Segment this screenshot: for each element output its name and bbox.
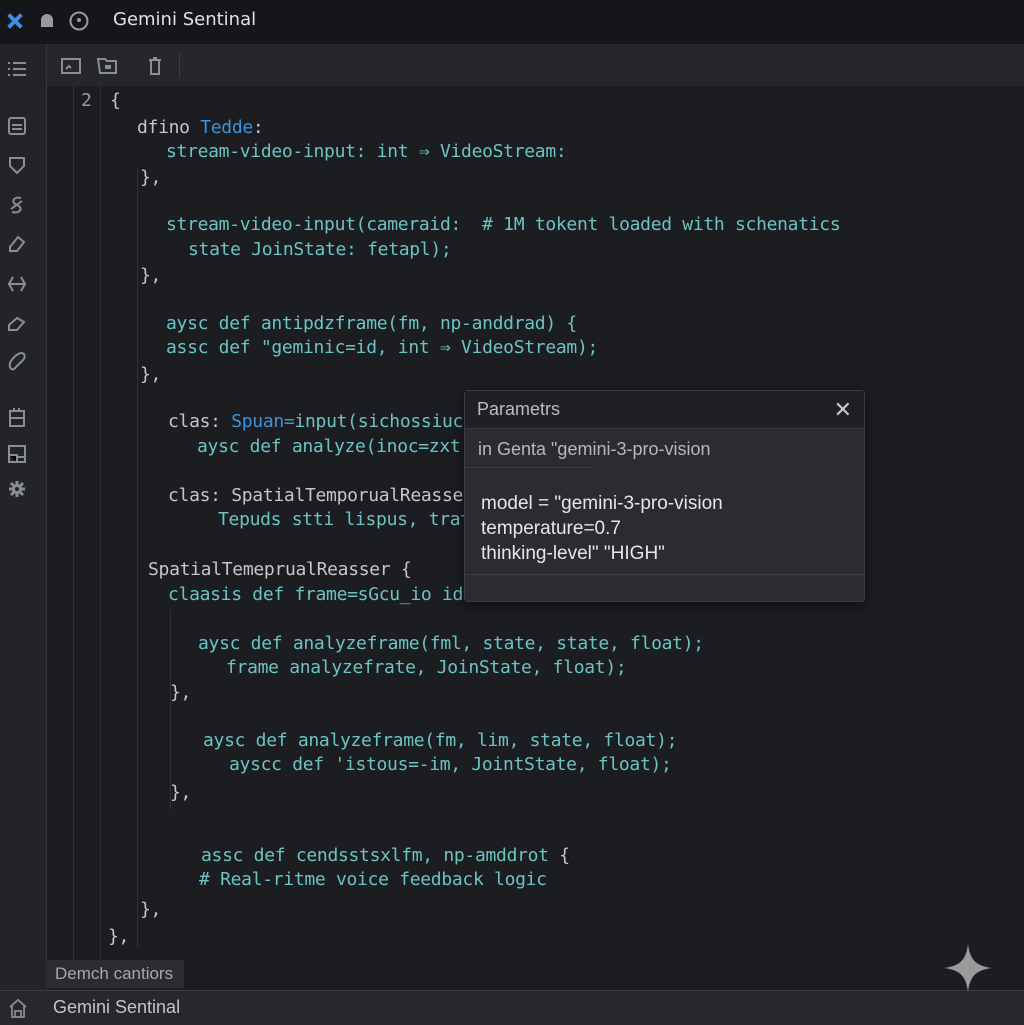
layout-icon[interactable] xyxy=(6,443,28,465)
code-token: stream-video-input: int ⇒ VideoStream: xyxy=(166,141,567,162)
indent-guide xyxy=(137,168,138,948)
code-line: stream-video-input(cameraid: # 1M tokent… xyxy=(166,214,841,236)
code-line: { xyxy=(110,90,121,112)
document-icon[interactable] xyxy=(6,115,28,137)
code-token: assc def cendsstsxlfm, np-amddrot xyxy=(201,845,560,866)
line-number: 2 xyxy=(81,90,92,111)
code-token: }, xyxy=(108,926,130,947)
code-token: aysc def analyzeframe(fml, state, state,… xyxy=(198,633,704,654)
parameters-popup: Parametrs ✕ in Genta "gemini-3-pro-visio… xyxy=(464,390,865,602)
activity-sidebar xyxy=(0,44,47,990)
code-token: # Real-ritme voice feedback logic xyxy=(199,869,547,890)
indent-guide xyxy=(170,610,171,810)
code-line: # Real-ritme voice feedback logic xyxy=(199,869,547,891)
code-line: }, xyxy=(140,899,161,921)
code-line: state JoinState: fetapl); xyxy=(188,239,452,261)
param-thinking-level: thinking-level" "HIGH" xyxy=(481,543,665,564)
code-line: }, xyxy=(140,265,161,287)
code-token: frame analyzefrate, JoinState, float); xyxy=(226,657,627,678)
toolbar-divider xyxy=(179,52,180,78)
record-icon[interactable] xyxy=(68,10,90,32)
editor-toolbar xyxy=(47,44,1024,86)
code-token: SpatialTemeprualReasser { xyxy=(148,559,412,580)
status-label: Gemini Sentinal xyxy=(53,997,181,1017)
popup-subtitle: in Genta "gemini-3-pro-vision xyxy=(478,439,711,459)
code-line: dfino Tedde: xyxy=(137,117,264,139)
code-line: }, xyxy=(170,682,191,704)
code-token: clas: SpatialTemporualReasser xyxy=(168,485,474,506)
code-token: ayscc def 'istous=-im, JointState, float… xyxy=(229,754,672,775)
close-icon[interactable]: ✕ xyxy=(834,397,852,423)
title-bar: Gemini Sentinal xyxy=(0,0,1024,44)
popup-footer xyxy=(465,574,864,601)
code-token: clas: xyxy=(168,411,232,432)
trash-icon[interactable] xyxy=(144,56,166,76)
param-model: model = "gemini-3-pro-vision xyxy=(481,493,723,514)
code-token: { xyxy=(110,90,121,111)
code-token: stream-video-input(cameraid: # 1M tokent… xyxy=(166,214,841,235)
eraser-icon[interactable] xyxy=(6,233,28,255)
code-token: : xyxy=(252,117,264,138)
code-line: assc def cendsstsxlfm, np-amddrot { xyxy=(201,845,570,867)
code-token: Spuan= xyxy=(231,411,295,432)
code-token: state JoinState: fetapl); xyxy=(188,239,452,260)
code-line: }, xyxy=(140,364,161,386)
code-line: SpatialTemeprualReasser { xyxy=(148,559,412,581)
code-token: }, xyxy=(140,364,162,385)
gutter-divider xyxy=(73,86,74,960)
code-editor[interactable]: 2 {dfino Tedde: stream-video-input: int ⇒… xyxy=(0,0,841,948)
code-token: assc def "geminic=id, int ⇒ VideoStream)… xyxy=(166,337,599,358)
code-line: claasis def frame=sGcu_io id xyxy=(168,584,463,606)
code-line: clas: Spuan=input(sichossiuct xyxy=(168,411,474,433)
code-line: Tepuds stti lispus, trat xyxy=(218,509,471,531)
code-line: assc def "geminic=id, int ⇒ VideoStream)… xyxy=(166,337,598,359)
gear-icon[interactable] xyxy=(6,478,28,500)
clipboard-icon[interactable] xyxy=(6,406,28,428)
code-token: Tedde xyxy=(200,117,253,138)
split-arrows-icon[interactable] xyxy=(6,273,28,295)
code-line: aysc def analyze(inoc=zxt xyxy=(197,436,461,458)
code-line: aysc def analyzeframe(fml, state, state,… xyxy=(198,633,704,655)
code-token: { xyxy=(559,845,570,866)
code-line: aysc def antipdzframe(fm, np-anddrad) { xyxy=(166,313,577,335)
gutter-divider xyxy=(100,86,101,960)
params-list: model = "gemini-3-pro-vision temperature… xyxy=(481,491,723,566)
code-token: Tepuds stti lispus, trat xyxy=(218,509,471,530)
code-line: }, xyxy=(140,167,161,189)
tag-icon[interactable] xyxy=(6,312,28,334)
code-token: }, xyxy=(170,782,192,803)
popup-header: Parametrs ✕ xyxy=(465,391,864,429)
code-token: }, xyxy=(140,265,162,286)
code-token: claasis def frame=sGcu_io id xyxy=(168,584,464,605)
divider xyxy=(465,467,593,468)
sparkle-icon xyxy=(944,944,992,992)
window-title: Gemini Sentinal xyxy=(113,9,257,30)
bottom-panel-tab[interactable]: Demch cantiors xyxy=(46,960,184,988)
home-icon[interactable] xyxy=(8,997,28,1019)
folder-image-icon[interactable] xyxy=(96,56,118,76)
code-line: }, xyxy=(108,926,129,948)
popup-title: Parametrs xyxy=(477,399,561,419)
code-line: frame analyzefrate, JoinState, float); xyxy=(226,657,627,679)
code-token: }, xyxy=(140,167,162,188)
code-token: aysc def analyze(inoc=zxt xyxy=(197,436,461,457)
status-bar: Gemini Sentinal xyxy=(0,990,1024,1025)
pill-icon[interactable] xyxy=(6,350,28,372)
code-line: clas: SpatialTemporualReasser xyxy=(168,485,474,507)
code-line: }, xyxy=(170,782,191,804)
code-token: aysc def analyzeframe(fm, lim, state, fl… xyxy=(203,730,678,751)
bell-icon[interactable] xyxy=(36,10,58,32)
image-icon[interactable] xyxy=(60,56,82,76)
shield-icon[interactable] xyxy=(6,154,28,176)
link-icon[interactable] xyxy=(6,194,28,216)
code-token: dfino xyxy=(137,117,201,138)
param-temperature: temperature=0.7 xyxy=(481,518,621,539)
code-line: aysc def analyzeframe(fm, lim, state, fl… xyxy=(203,730,677,752)
code-line: ayscc def 'istous=-im, JointState, float… xyxy=(229,754,672,776)
code-line: stream-video-input: int ⇒ VideoStream: xyxy=(166,141,567,163)
code-token: }, xyxy=(170,682,192,703)
code-token: }, xyxy=(140,899,162,920)
code-token: aysc def antipdzframe(fm, np-anddrad) { xyxy=(166,313,577,334)
code-token: input(sichossiuct xyxy=(294,411,474,432)
